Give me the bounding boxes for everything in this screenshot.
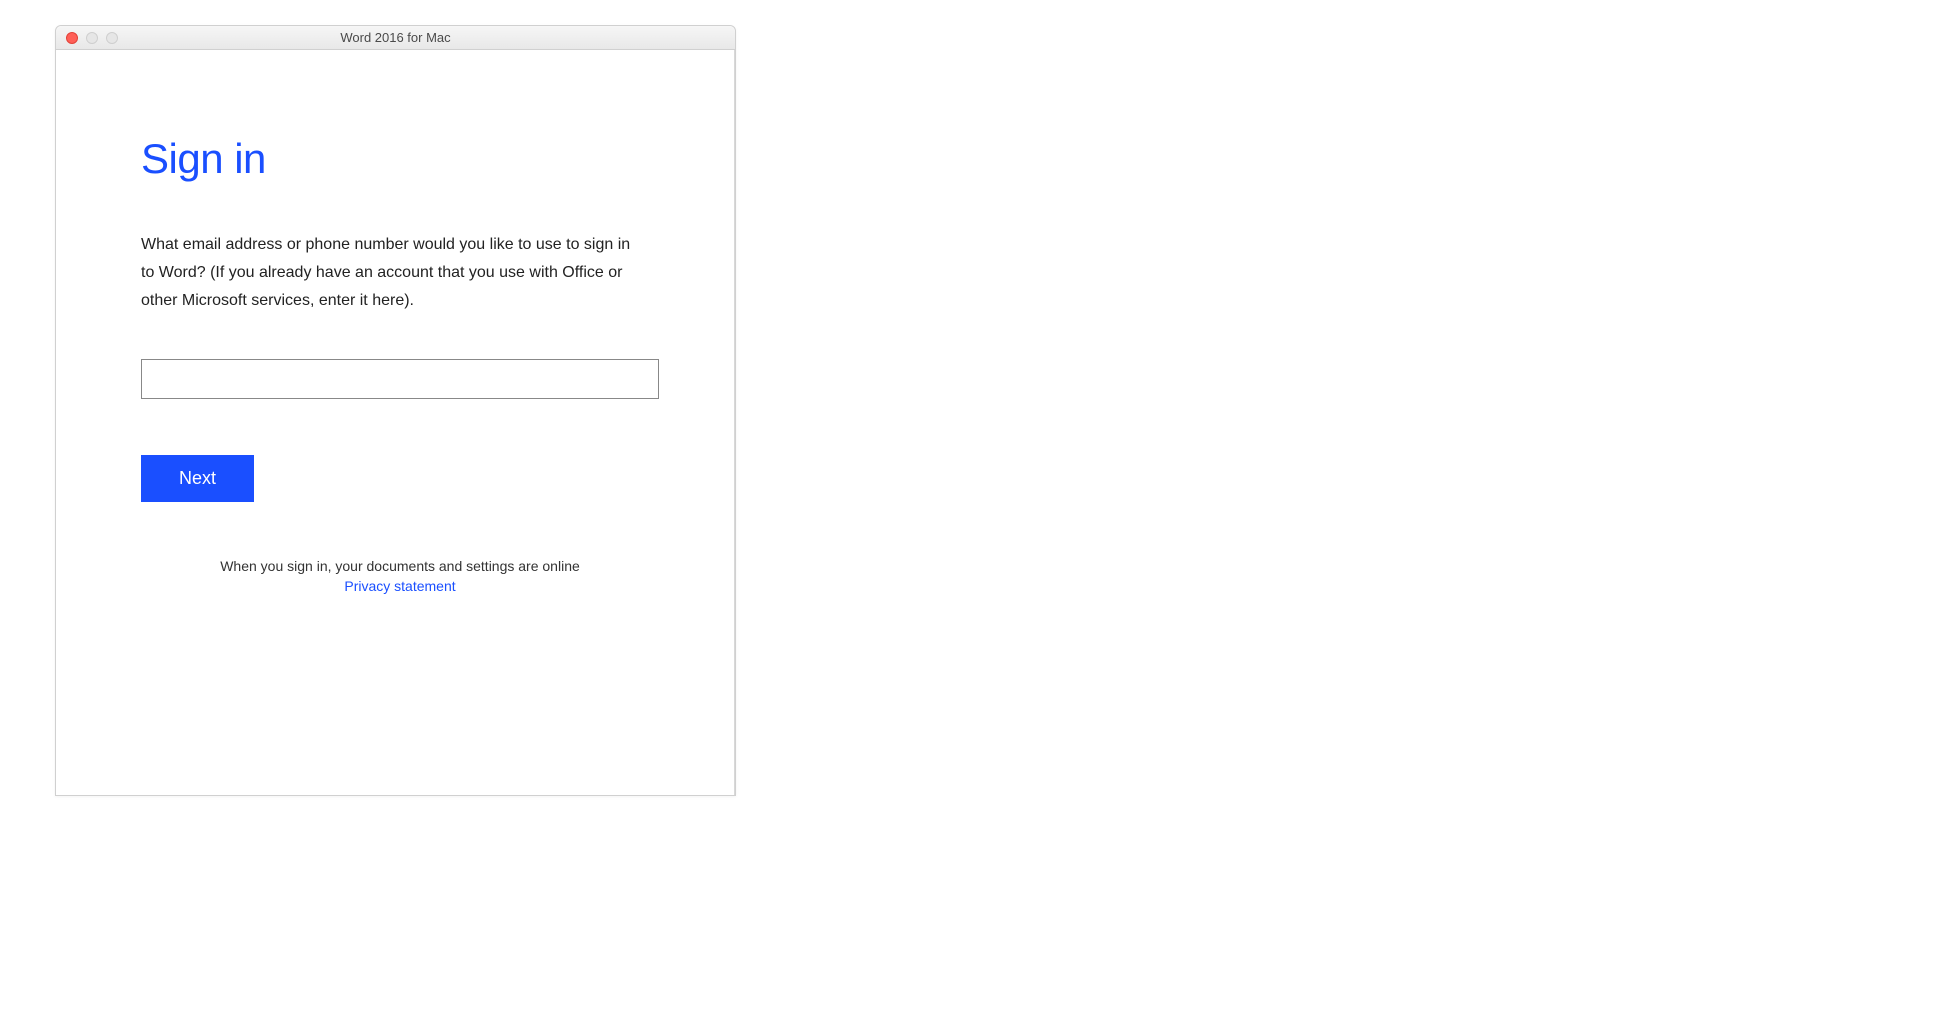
minimize-icon[interactable] (86, 32, 98, 44)
signin-description: What email address or phone number would… (141, 231, 641, 315)
signin-content: Sign in What email address or phone numb… (56, 50, 734, 594)
footer-note: When you sign in, your documents and set… (141, 558, 659, 574)
window-body: Sign in What email address or phone numb… (56, 50, 735, 795)
email-field[interactable] (141, 359, 659, 399)
next-button[interactable]: Next (141, 455, 254, 502)
close-icon[interactable] (66, 32, 78, 44)
titlebar[interactable]: Word 2016 for Mac (56, 26, 735, 50)
page-title: Sign in (141, 135, 649, 183)
window-title: Word 2016 for Mac (56, 30, 735, 45)
traffic-lights (56, 32, 118, 44)
signin-window: Word 2016 for Mac Sign in What email add… (55, 25, 736, 796)
maximize-icon[interactable] (106, 32, 118, 44)
privacy-statement-link[interactable]: Privacy statement (141, 578, 659, 594)
